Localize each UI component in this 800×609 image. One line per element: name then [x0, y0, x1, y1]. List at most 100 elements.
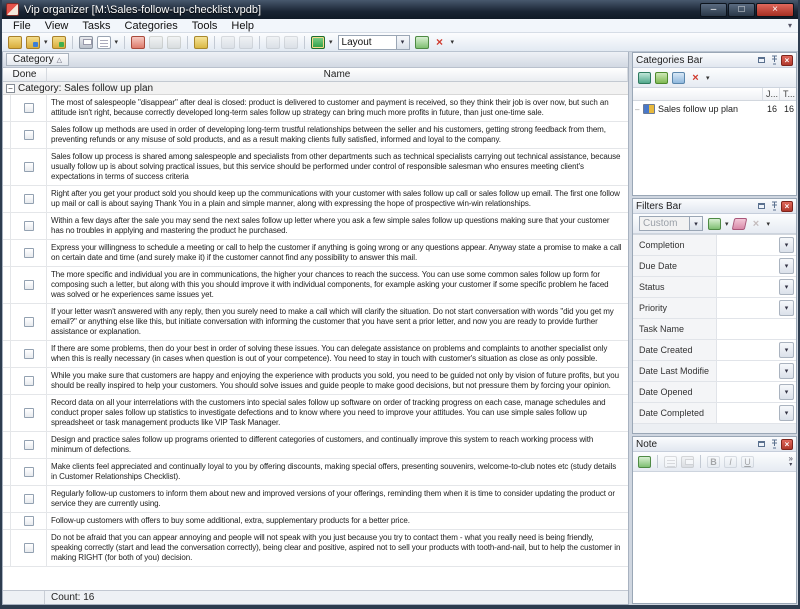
- apply-filter-caret-icon[interactable]: ▾: [725, 220, 729, 228]
- layout-caret-icon[interactable]: ▾: [451, 38, 455, 46]
- menu-item[interactable]: Categories: [118, 20, 185, 32]
- delete-category-icon[interactable]: ×: [689, 72, 702, 84]
- task-row[interactable]: Follow-up customers with offers to buy s…: [3, 513, 628, 530]
- workflow-flag-icon[interactable]: [311, 36, 325, 49]
- backup-database-icon[interactable]: [52, 36, 66, 49]
- apply-filter-icon[interactable]: [708, 218, 721, 230]
- task-row[interactable]: Express your willingness to schedule a m…: [3, 240, 628, 267]
- filters-toolbar-caret-icon[interactable]: ▾: [767, 220, 771, 228]
- filter-dropdown-button[interactable]: ▾: [779, 258, 794, 274]
- task-done-checkbox[interactable]: [24, 130, 34, 140]
- menu-item[interactable]: View: [38, 20, 76, 32]
- column-header-done[interactable]: Done: [3, 68, 47, 82]
- float-panel-icon[interactable]: [755, 55, 767, 66]
- task-row[interactable]: If there are some problems, then do your…: [3, 341, 628, 368]
- close-panel-icon[interactable]: ×: [781, 439, 793, 450]
- search-icon[interactable]: [194, 36, 208, 49]
- float-panel-icon[interactable]: [755, 201, 767, 212]
- layout-combobox[interactable]: Layout ▾: [338, 35, 410, 50]
- note-toolbar-caret-icon[interactable]: ▾: [789, 462, 792, 469]
- new-task-icon[interactable]: [131, 36, 145, 49]
- edit-note-icon[interactable]: [638, 456, 651, 468]
- task-done-checkbox[interactable]: [24, 280, 34, 290]
- task-row[interactable]: Record data on all your interrelations w…: [3, 395, 628, 432]
- task-row[interactable]: If your letter wasn't answered with any …: [3, 304, 628, 341]
- task-done-checkbox[interactable]: [24, 194, 34, 204]
- menu-item[interactable]: File: [6, 20, 38, 32]
- task-row[interactable]: While you make sure that customers are h…: [3, 368, 628, 395]
- customize-layout-icon[interactable]: [415, 36, 429, 49]
- filter-dropdown-button[interactable]: ▾: [779, 342, 794, 358]
- task-row[interactable]: Sales follow up process is shared among …: [3, 149, 628, 186]
- task-row[interactable]: Do not be afraid that you can appear ann…: [3, 530, 628, 567]
- filter-value-input[interactable]: [717, 361, 777, 381]
- task-done-checkbox[interactable]: [24, 162, 34, 172]
- layout-combobox-dropdown-icon[interactable]: ▾: [396, 36, 409, 49]
- task-done-checkbox[interactable]: [24, 543, 34, 553]
- float-panel-icon[interactable]: [755, 439, 767, 450]
- categories-column-2[interactable]: T...: [779, 88, 796, 100]
- filter-dropdown-button[interactable]: ▾: [779, 405, 794, 421]
- edit-category-icon[interactable]: [672, 72, 685, 84]
- category-group-row[interactable]: − Category: Sales follow up plan: [3, 82, 628, 95]
- filter-dropdown-button[interactable]: ▾: [779, 279, 794, 295]
- filter-dropdown-button[interactable]: ▾: [779, 384, 794, 400]
- print-preview-icon[interactable]: [97, 36, 111, 49]
- menu-item[interactable]: Tasks: [75, 20, 117, 32]
- task-row[interactable]: The most of salespeople "disappear" afte…: [3, 95, 628, 122]
- filter-value-input[interactable]: [717, 298, 777, 318]
- maximize-button[interactable]: □: [728, 3, 755, 17]
- category-row[interactable]: – Sales follow up plan 16 16: [633, 101, 796, 117]
- new-database-icon[interactable]: [8, 36, 22, 49]
- close-panel-icon[interactable]: ×: [781, 55, 793, 66]
- task-done-checkbox[interactable]: [24, 408, 34, 418]
- filter-value-input[interactable]: [717, 340, 777, 360]
- delete-layout-icon[interactable]: ×: [433, 36, 447, 49]
- task-row[interactable]: Within a few days after the sale you may…: [3, 213, 628, 240]
- task-done-checkbox[interactable]: [24, 349, 34, 359]
- categories-column-1[interactable]: J...: [762, 88, 779, 100]
- pin-panel-icon[interactable]: [768, 55, 780, 66]
- categories-toolbar-caret-icon[interactable]: ▾: [706, 74, 710, 82]
- task-row[interactable]: The more specific and individual you are…: [3, 267, 628, 304]
- task-done-checkbox[interactable]: [24, 516, 34, 526]
- filter-value-input[interactable]: [717, 403, 777, 423]
- print-icon[interactable]: [79, 36, 93, 49]
- menu-overflow-caret[interactable]: ▾: [788, 21, 794, 30]
- task-row[interactable]: Make clients feel appreciated and contin…: [3, 459, 628, 486]
- task-done-checkbox[interactable]: [24, 440, 34, 450]
- filter-value-input[interactable]: [717, 319, 796, 339]
- open-database-icon[interactable]: [26, 36, 40, 49]
- column-header-name[interactable]: Name: [47, 68, 628, 82]
- pin-panel-icon[interactable]: [768, 439, 780, 450]
- close-panel-icon[interactable]: ×: [781, 201, 793, 212]
- note-toolbar-overflow-icon[interactable]: »: [789, 455, 793, 462]
- collapse-group-icon[interactable]: −: [6, 84, 15, 93]
- workflow-caret-icon[interactable]: ▾: [329, 38, 333, 46]
- note-content[interactable]: [633, 472, 796, 603]
- new-category-icon[interactable]: [638, 72, 651, 84]
- task-done-checkbox[interactable]: [24, 494, 34, 504]
- pin-panel-icon[interactable]: [768, 201, 780, 212]
- filter-dropdown-button[interactable]: ▾: [779, 300, 794, 316]
- close-button[interactable]: ×: [756, 3, 794, 17]
- open-database-caret-icon[interactable]: ▾: [44, 38, 48, 46]
- task-done-checkbox[interactable]: [24, 221, 34, 231]
- print-caret-icon[interactable]: ▾: [115, 38, 119, 46]
- filter-dropdown-button[interactable]: ▾: [779, 363, 794, 379]
- menu-item[interactable]: Help: [224, 20, 261, 32]
- filter-value-input[interactable]: [717, 382, 777, 402]
- menu-item[interactable]: Tools: [185, 20, 225, 32]
- filter-value-input[interactable]: [717, 277, 777, 297]
- task-done-checkbox[interactable]: [24, 248, 34, 258]
- task-row[interactable]: Sales follow up methods are used in orde…: [3, 122, 628, 149]
- task-row[interactable]: Regularly follow-up customers to inform …: [3, 486, 628, 513]
- minimize-button[interactable]: –: [700, 3, 727, 17]
- filter-value-input[interactable]: [717, 256, 777, 276]
- group-by-category-button[interactable]: Category △: [6, 53, 69, 66]
- task-done-checkbox[interactable]: [24, 103, 34, 113]
- task-row[interactable]: Design and practice sales follow up prog…: [3, 432, 628, 459]
- clear-filter-icon[interactable]: [731, 218, 747, 230]
- new-subcategory-icon[interactable]: [655, 72, 668, 84]
- task-row[interactable]: Right after you get your product sold yo…: [3, 186, 628, 213]
